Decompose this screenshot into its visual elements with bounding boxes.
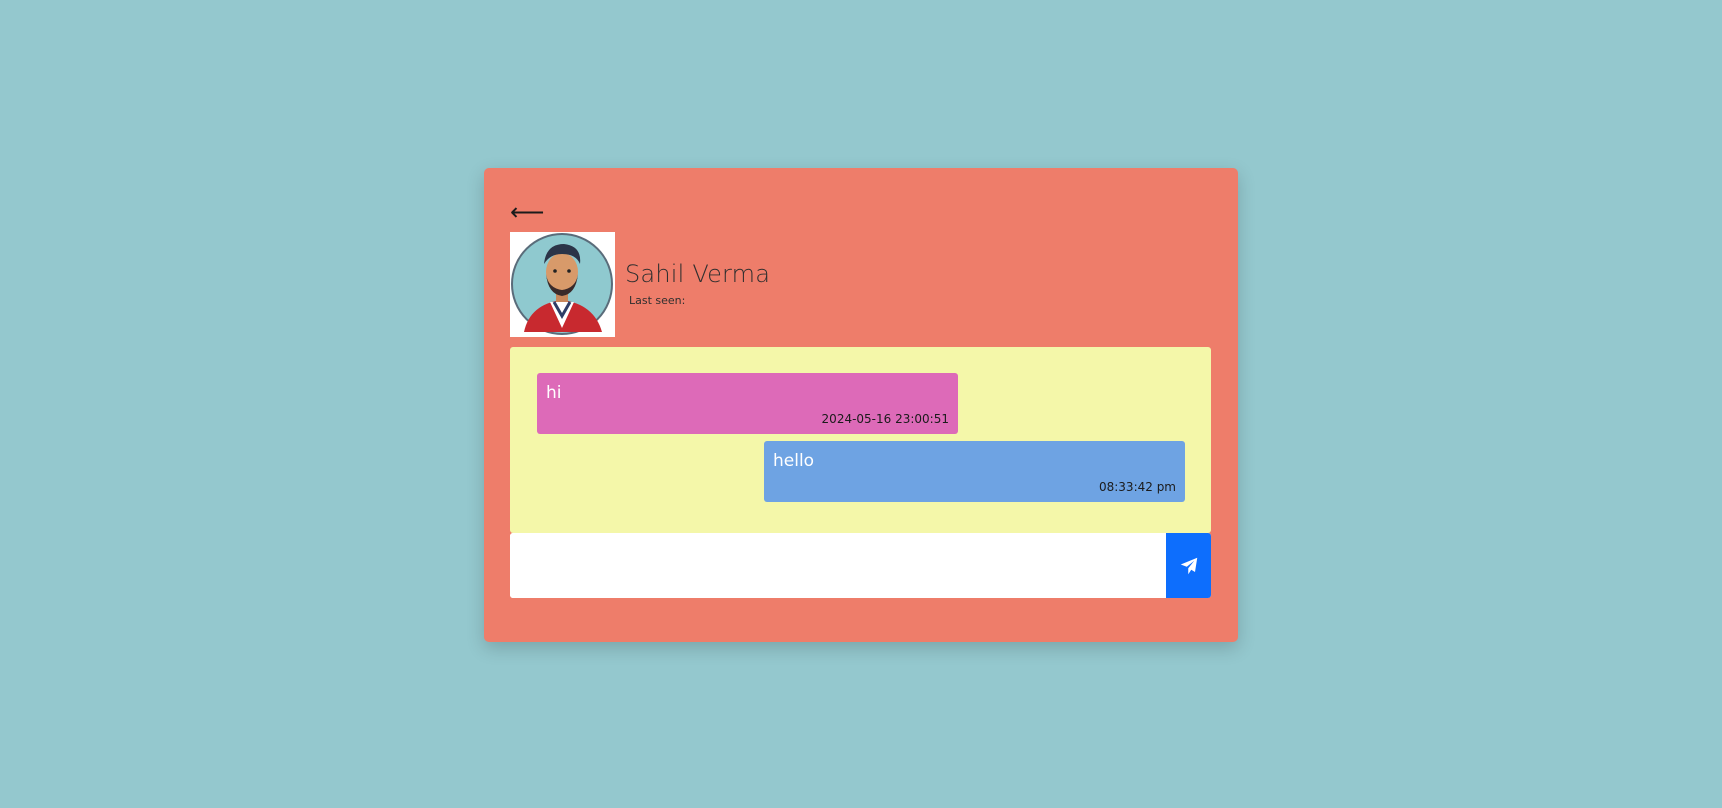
message-timestamp: 2024-05-16 23:00:51 <box>821 412 949 426</box>
message-text: hello <box>773 451 815 471</box>
back-arrow-icon[interactable]: ⟵ <box>510 200 544 224</box>
avatar-illustration <box>511 233 613 335</box>
message-text: hi <box>546 383 562 403</box>
paper-plane-icon <box>1180 557 1197 574</box>
message-list: hi 2024-05-16 23:00:51 hello 08:33:42 pm <box>510 347 1211 533</box>
send-button[interactable] <box>1166 533 1211 598</box>
chat-card: ⟵ Sahil Verma Last seen: hi 2024-05-16 2… <box>484 168 1238 642</box>
message-input[interactable] <box>510 533 1167 598</box>
contact-name: Sahil Verma <box>625 260 771 288</box>
avatar <box>510 232 615 337</box>
message-timestamp: 08:33:42 pm <box>1098 480 1176 494</box>
message-sent: hello 08:33:42 pm <box>764 441 1185 502</box>
last-seen-status: Last seen: <box>629 294 686 307</box>
message-composer <box>510 533 1211 598</box>
message-received: hi 2024-05-16 23:00:51 <box>537 373 958 434</box>
